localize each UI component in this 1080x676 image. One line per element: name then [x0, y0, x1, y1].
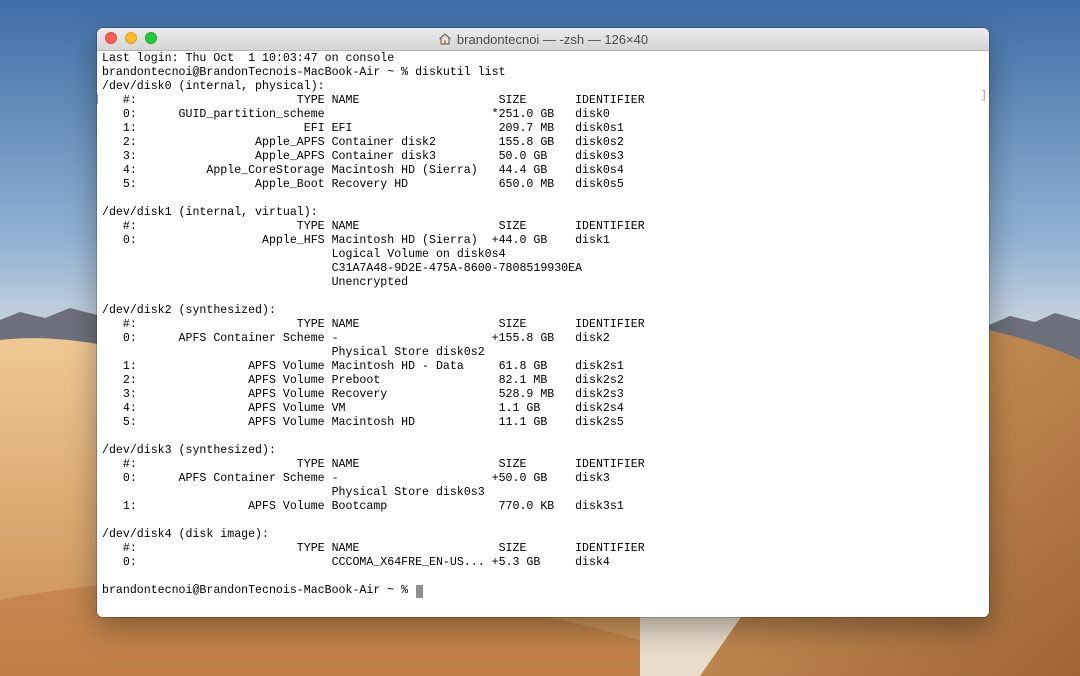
- terminal-line: Unencrypted: [102, 276, 409, 289]
- terminal-line: /dev/disk1 (internal, virtual):: [102, 206, 318, 219]
- scroll-marker: ]: [980, 90, 987, 102]
- terminal-line: Logical Volume on disk0s4: [102, 248, 506, 261]
- terminal-line: #: TYPE NAME SIZE IDENTIFIER: [102, 220, 645, 233]
- terminal-line: /dev/disk2 (synthesized):: [102, 304, 276, 317]
- terminal-line: 1: EFI EFI 209.7 MB disk0s1: [102, 122, 624, 135]
- terminal-line: 4: Apple_CoreStorage Macintosh HD (Sierr…: [102, 164, 624, 177]
- window-title: brandontecnoi — -zsh — 126×40: [97, 28, 989, 50]
- terminal-line: 4: APFS Volume VM 1.1 GB disk2s4: [102, 402, 624, 415]
- terminal-line: 0: GUID_partition_scheme *251.0 GB disk0: [102, 108, 610, 121]
- terminal-line: C31A7A48-9D2E-475A-8600-7808519930EA: [102, 262, 583, 275]
- terminal-line: #: TYPE NAME SIZE IDENTIFIER: [102, 458, 645, 471]
- terminal-line: /dev/disk4 (disk image):: [102, 528, 269, 541]
- prompt-line[interactable]: brandontecnoi@BrandonTecnois-MacBook-Air…: [102, 584, 989, 598]
- terminal-line: 0: CCCOMA_X64FRE_EN-US... +5.3 GB disk4: [102, 556, 610, 569]
- terminal-line: 5: APFS Volume Macintosh HD 11.1 GB disk…: [102, 416, 624, 429]
- terminal-line: brandontecnoi@BrandonTecnois-MacBook-Air…: [102, 66, 506, 79]
- terminal-line: 2: Apple_APFS Container disk2 155.8 GB d…: [102, 136, 624, 149]
- terminal-line: #: TYPE NAME SIZE IDENTIFIER: [102, 542, 645, 555]
- terminal-line: #: TYPE NAME SIZE IDENTIFIER: [102, 94, 645, 107]
- terminal-line: 0: APFS Container Scheme - +155.8 GB dis…: [102, 332, 610, 345]
- terminal-line: 3: APFS Volume Recovery 528.9 MB disk2s3: [102, 388, 624, 401]
- terminal-line: 0: Apple_HFS Macintosh HD (Sierra) +44.0…: [102, 234, 610, 247]
- terminal-line: 1: APFS Volume Macintosh HD - Data 61.8 …: [102, 360, 624, 373]
- terminal-line: 2: APFS Volume Preboot 82.1 MB disk2s2: [102, 374, 624, 387]
- terminal-output[interactable]: Last login: Thu Oct 1 10:03:47 on consol…: [97, 51, 989, 598]
- text-cursor: [416, 584, 424, 598]
- selection-marker: [97, 94, 100, 104]
- terminal-line: Physical Store disk0s3: [102, 486, 485, 499]
- terminal-line: /dev/disk0 (internal, physical):: [102, 80, 325, 93]
- terminal-line: /dev/disk3 (synthesized):: [102, 444, 276, 457]
- terminal-line: 5: Apple_Boot Recovery HD 650.0 MB disk0…: [102, 178, 624, 191]
- window-titlebar[interactable]: brandontecnoi — -zsh — 126×40: [97, 28, 989, 51]
- terminal-line: 3: Apple_APFS Container disk3 50.0 GB di…: [102, 150, 624, 163]
- window-title-text: brandontecnoi — -zsh — 126×40: [456, 31, 649, 47]
- terminal-line: Physical Store disk0s2: [102, 346, 485, 359]
- terminal-line: 1: APFS Volume Bootcamp 770.0 KB disk3s1: [102, 500, 624, 513]
- terminal-window[interactable]: brandontecnoi — -zsh — 126×40 ] Last log…: [97, 28, 989, 617]
- terminal-line: Last login: Thu Oct 1 10:03:47 on consol…: [102, 52, 395, 65]
- terminal-line: #: TYPE NAME SIZE IDENTIFIER: [102, 318, 645, 331]
- terminal-content[interactable]: ] Last login: Thu Oct 1 10:03:47 on cons…: [97, 51, 989, 617]
- prompt-text: brandontecnoi@BrandonTecnois-MacBook-Air…: [102, 584, 416, 597]
- terminal-line: 0: APFS Container Scheme - +50.0 GB disk…: [102, 472, 610, 485]
- home-icon: [439, 33, 451, 45]
